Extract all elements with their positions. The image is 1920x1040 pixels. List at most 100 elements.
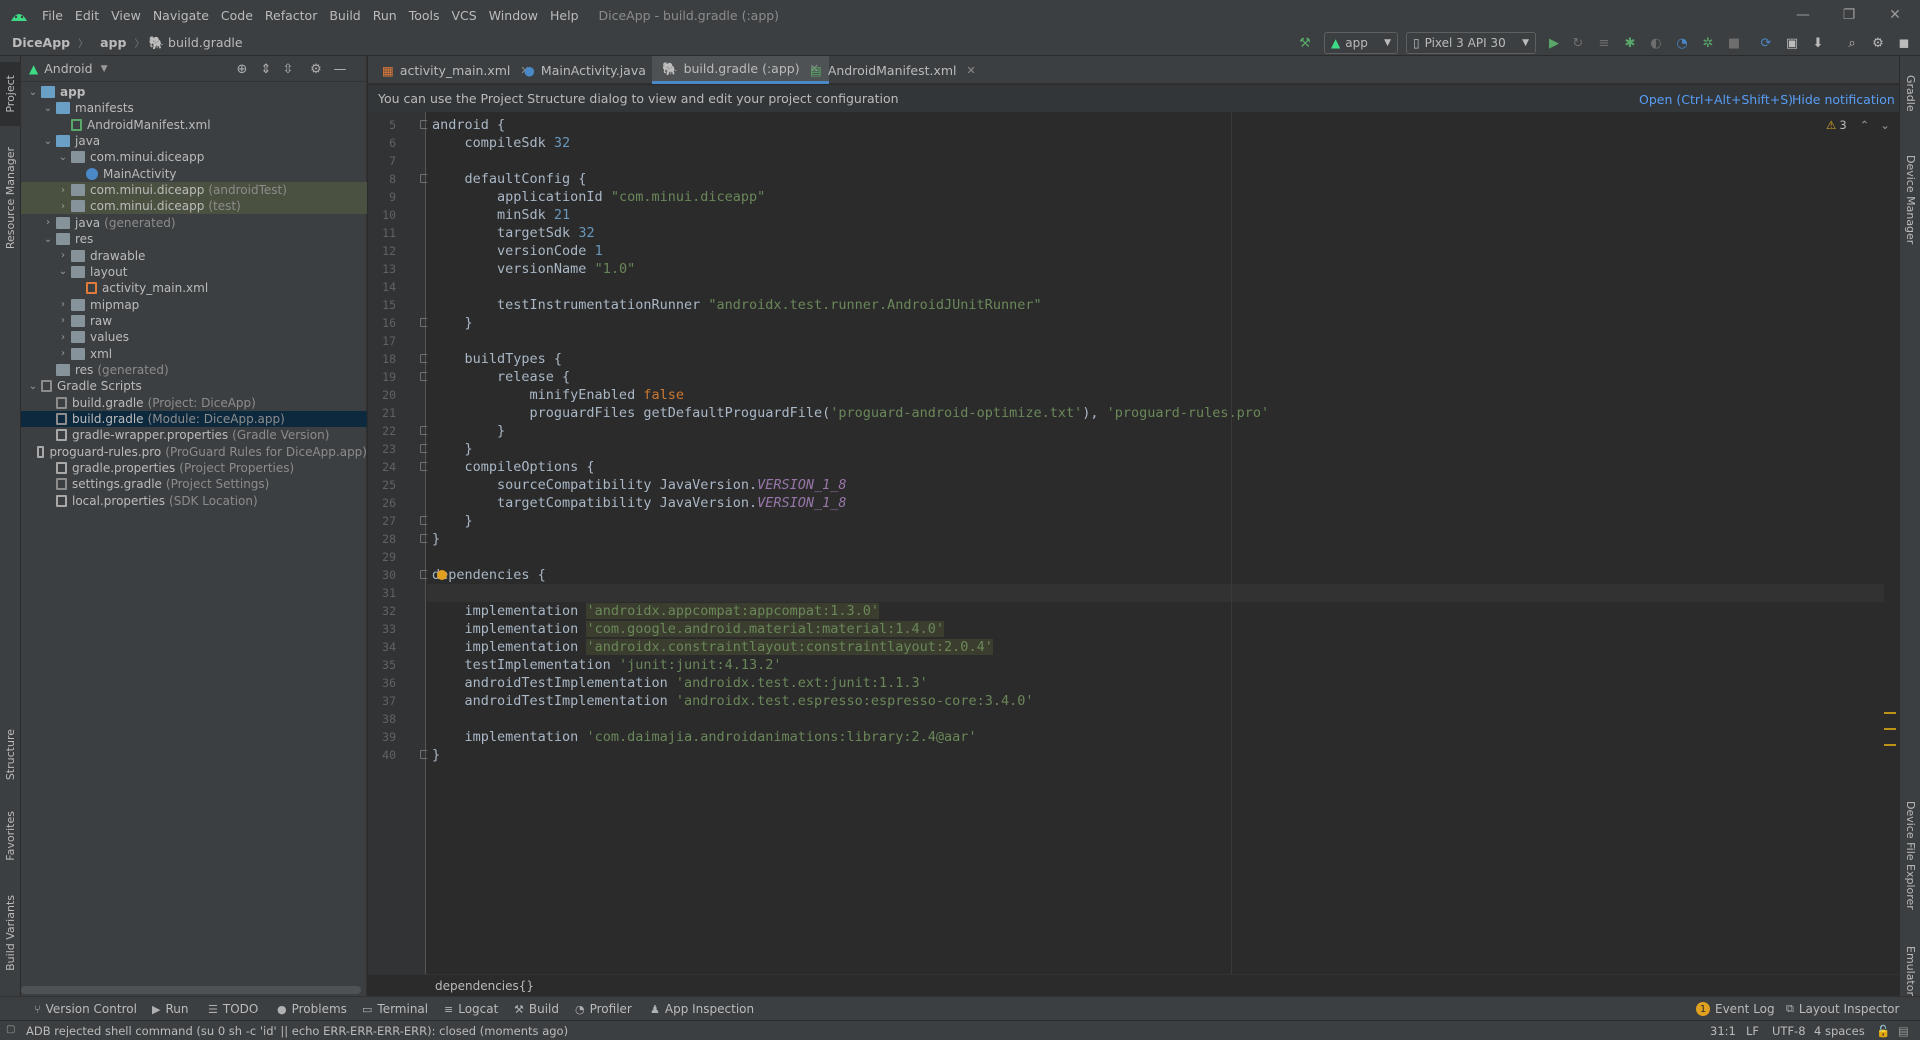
run-configuration-select[interactable]: ▲ app ▼ — [1324, 32, 1398, 54]
collapsed-chevron-icon[interactable]: › — [55, 348, 71, 359]
problems-tool-button[interactable]: ● Problems — [277, 997, 347, 1021]
rerun-icon[interactable]: ↻ — [1568, 32, 1588, 54]
code-line[interactable]: androidTestImplementation 'androidx.test… — [432, 692, 1034, 710]
line-number[interactable]: 10 — [368, 206, 396, 224]
avatar-icon[interactable]: ◼ — [1894, 32, 1914, 54]
line-number[interactable]: 26 — [368, 494, 396, 512]
line-number[interactable]: 17 — [368, 332, 396, 350]
editor-gutter[interactable]: 5 6 7 8 9 10 11 12 13 14 15 16 17 18 19 20 21 22 23 24 25 26 2… — [368, 112, 429, 974]
project-view-mode-select[interactable]: Android — [44, 61, 92, 76]
code-line[interactable]: androidTestImplementation 'androidx.test… — [432, 674, 928, 692]
code-line[interactable]: } — [432, 512, 473, 530]
code-line[interactable]: } — [432, 422, 505, 440]
collapsed-chevron-icon[interactable]: › — [55, 185, 71, 196]
tree-item[interactable]: ⌄ app — [21, 84, 367, 100]
tree-item[interactable]: res (generated) — [21, 362, 367, 378]
code-line[interactable]: targetCompatibility JavaVersion.VERSION_… — [432, 494, 847, 512]
tree-item[interactable]: AndroidManifest.xml — [21, 117, 367, 133]
memory-indicator-icon[interactable]: ▤ — [1898, 1024, 1909, 1038]
expanded-chevron-icon[interactable]: ⌄ — [40, 234, 56, 245]
code-line[interactable]: sourceCompatibility JavaVersion.VERSION_… — [432, 476, 847, 494]
warning-marker[interactable] — [1884, 712, 1896, 714]
project-tree-horizontal-scrollbar[interactable] — [21, 986, 361, 994]
line-number[interactable]: 18 — [368, 350, 396, 368]
previous-highlight-icon[interactable]: ⌃ — [1860, 118, 1870, 132]
tree-item[interactable]: ⌄ layout — [21, 264, 367, 280]
make-project-hammer-icon[interactable]: ⚒ — [1294, 32, 1316, 54]
expanded-chevron-icon[interactable]: ⌄ — [25, 381, 41, 392]
menu-help[interactable]: Help — [544, 8, 585, 23]
line-number[interactable]: 37 — [368, 692, 396, 710]
search-icon[interactable]: ⌕ — [1842, 32, 1862, 54]
gradle-tool-tab[interactable]: Gradle — [1900, 62, 1920, 124]
tree-item[interactable]: MainActivity — [21, 166, 367, 182]
profile-icon[interactable]: ◔ — [1672, 32, 1692, 54]
build-variants-tool-tab[interactable]: Build Variants — [0, 886, 21, 980]
code-line[interactable]: defaultConfig { — [432, 170, 587, 188]
file-encoding[interactable]: UTF-8 — [1772, 1024, 1806, 1038]
line-number[interactable]: 35 — [368, 656, 396, 674]
line-number[interactable]: 8 — [368, 170, 396, 188]
line-number[interactable]: 22 — [368, 422, 396, 440]
warning-marker[interactable] — [1884, 744, 1896, 746]
line-number[interactable]: 14 — [368, 278, 396, 296]
tree-item[interactable]: build.gradle (Module: DiceApp.app) — [21, 411, 367, 427]
close-icon[interactable]: ✕ — [1872, 0, 1918, 30]
code-line[interactable]: } — [432, 314, 473, 332]
expanded-chevron-icon[interactable]: ⌄ — [40, 136, 56, 147]
code-line[interactable]: android { — [432, 116, 505, 134]
code-editor[interactable]: android { compileSdk 32 defaultConfig { … — [427, 112, 1899, 974]
restore-icon[interactable]: ❐ — [1826, 0, 1872, 30]
tree-item[interactable]: activity_main.xml — [21, 280, 367, 296]
line-number[interactable]: 31 — [368, 584, 396, 602]
menu-code[interactable]: Code — [215, 8, 259, 23]
line-number[interactable]: 25 — [368, 476, 396, 494]
line-number[interactable]: 34 — [368, 638, 396, 656]
line-number[interactable]: 32 — [368, 602, 396, 620]
run-play-icon[interactable]: ▶ — [1544, 32, 1564, 54]
stop-icon[interactable]: ■ — [1724, 32, 1744, 54]
line-number[interactable]: 40 — [368, 746, 396, 764]
sdk-manager-icon[interactable]: ⬇ — [1808, 32, 1828, 54]
sync-gradle-icon[interactable]: ⟳ — [1756, 32, 1776, 54]
inspection-widget[interactable]: ⚠ 3 ⌃ ⌄ — [1826, 118, 1890, 132]
line-number[interactable]: 39 — [368, 728, 396, 746]
tree-item[interactable]: ⌄ java — [21, 133, 367, 149]
code-line[interactable]: } — [432, 530, 440, 548]
line-number[interactable]: 30 — [368, 566, 396, 584]
attach-debugger-icon[interactable]: ✲ — [1698, 32, 1718, 54]
menu-build[interactable]: Build — [323, 8, 366, 23]
code-line[interactable]: } — [432, 746, 440, 764]
run-tool-button[interactable]: ▶ Run — [152, 997, 188, 1021]
expanded-chevron-icon[interactable]: ⌄ — [40, 103, 56, 114]
line-number[interactable]: 29 — [368, 548, 396, 566]
tree-item[interactable]: build.gradle (Project: DiceApp) — [21, 395, 367, 411]
build-tool-button[interactable]: ⚒ Build — [514, 997, 559, 1021]
tree-item[interactable]: › com.minui.diceapp (test) — [21, 198, 367, 215]
tree-item[interactable]: ⌄ com.minui.diceapp — [21, 149, 367, 165]
todo-tool-button[interactable]: ☰ TODO — [208, 997, 258, 1021]
warning-marker[interactable] — [1884, 728, 1896, 730]
tree-item[interactable]: › com.minui.diceapp (androidTest) — [21, 182, 367, 199]
line-separator[interactable]: LF — [1746, 1024, 1759, 1038]
debug-bug-icon[interactable]: ✱ — [1620, 32, 1640, 54]
device-select[interactable]: ▯ Pixel 3 API 30 ▼ — [1406, 32, 1536, 54]
tree-item[interactable]: › xml — [21, 346, 367, 362]
code-line[interactable]: compileOptions { — [432, 458, 595, 476]
collapsed-chevron-icon[interactable]: › — [55, 250, 71, 261]
tree-item[interactable]: gradle-wrapper.properties (Gradle Version… — [21, 427, 367, 443]
code-line[interactable]: minSdk 21 — [432, 206, 570, 224]
select-opened-file-icon[interactable]: ⊕ — [233, 60, 251, 78]
hide-panel-icon[interactable]: — — [331, 60, 349, 78]
tree-item[interactable]: › values — [21, 329, 367, 345]
code-line[interactable]: testInstrumentationRunner "androidx.test… — [432, 296, 1042, 314]
code-line[interactable]: testImplementation 'junit:junit:4.13.2' — [432, 656, 782, 674]
line-number[interactable]: 19 — [368, 368, 396, 386]
panel-settings-gear-icon[interactable]: ⚙ — [307, 60, 325, 78]
code-line[interactable]: dependencies { — [432, 566, 546, 584]
minimize-icon[interactable]: — — [1780, 0, 1826, 30]
settings-gear-icon[interactable]: ⚙ — [1868, 32, 1888, 54]
menu-window[interactable]: Window — [483, 8, 544, 23]
code-line[interactable]: proguardFiles getDefaultProguardFile('pr… — [432, 404, 1270, 422]
breadcrumb-file[interactable]: build.gradle — [164, 35, 243, 50]
